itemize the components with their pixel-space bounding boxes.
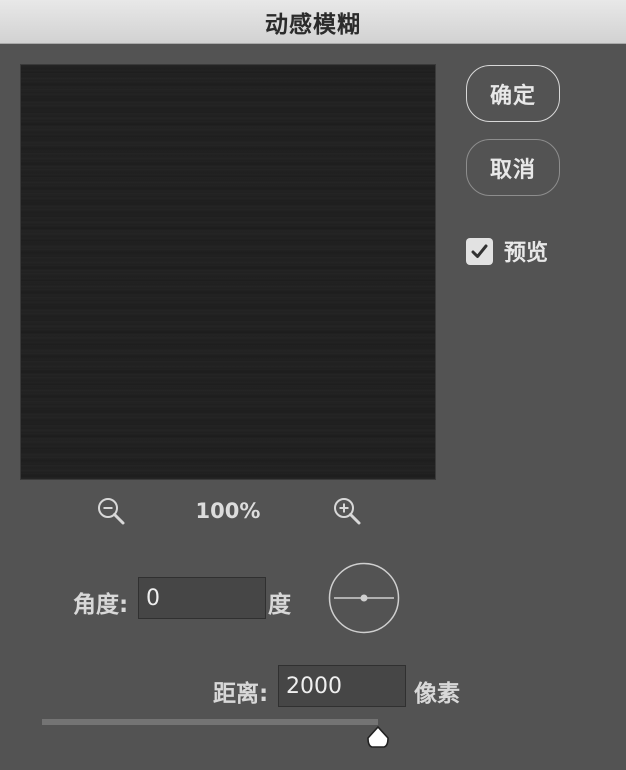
zoom-level-text: 100% [195,499,261,523]
preview-checkbox-row[interactable]: 预览 [466,235,548,267]
distance-label: 距离: [213,681,269,707]
ok-button[interactable]: 确定 [466,65,560,122]
angle-unit-label: 度 [268,592,291,618]
dialog-title: 动感模糊 [265,11,361,38]
distance-slider-track[interactable] [42,719,378,725]
preview-checkbox-label: 预览 [504,241,549,266]
angle-input[interactable] [138,577,266,619]
preview-checkbox[interactable] [466,237,493,265]
angle-label: 角度: [73,592,129,618]
zoom-out-icon[interactable] [96,496,126,526]
title-bar[interactable]: 动感模糊 [0,0,626,44]
cancel-button[interactable]: 取消 [466,139,560,196]
slider-thumb-icon[interactable] [365,724,391,750]
zoom-in-icon[interactable] [332,496,362,526]
distance-input[interactable] [278,665,406,707]
angle-dial-icon[interactable] [328,562,400,634]
preview-canvas[interactable] [20,64,436,480]
distance-unit-label: 像素 [414,681,460,707]
motion-blur-dialog: 动感模糊 确定 取消 预览 100% 角度: 度 距离: 像素 [0,0,626,770]
checkmark-icon [471,244,488,258]
